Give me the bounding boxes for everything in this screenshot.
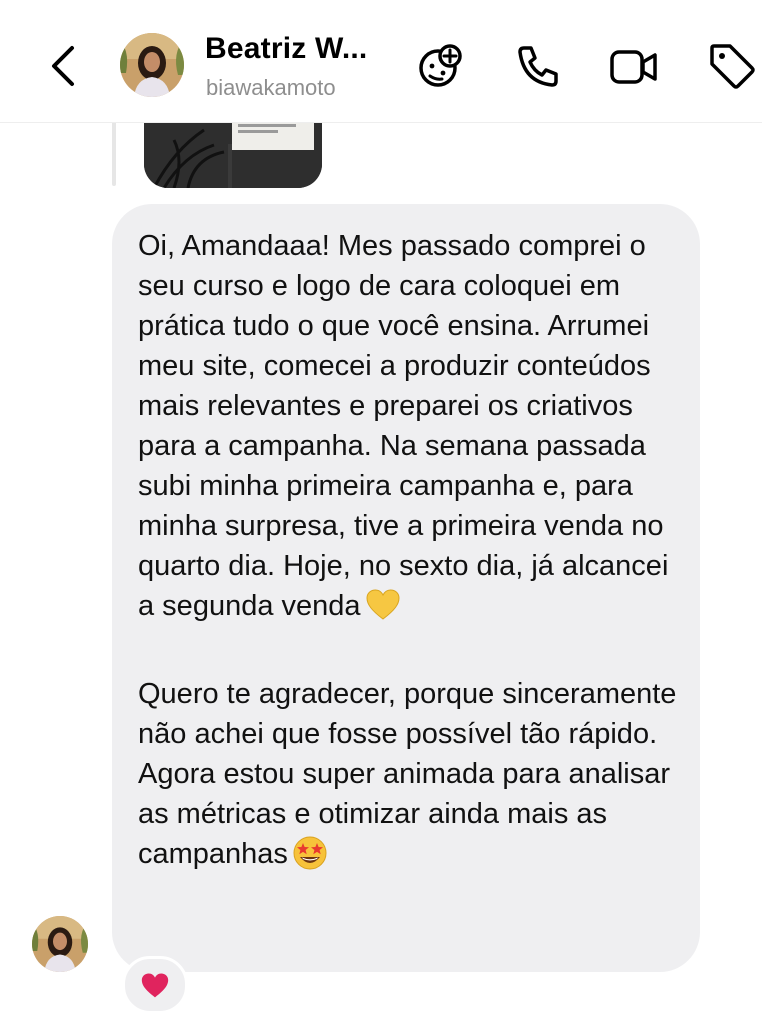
message-paragraph: Quero te agradecer, porque sinceramente …: [138, 674, 686, 874]
audio-call-button[interactable]: [512, 40, 564, 92]
contact-name[interactable]: Beatriz W...: [205, 32, 367, 66]
message-text: Oi, Amandaaa! Mes passado comprei o seu …: [138, 226, 686, 874]
video-call-button[interactable]: [608, 40, 660, 92]
tag-icon: [710, 44, 755, 89]
back-button[interactable]: [44, 42, 84, 90]
effects-button[interactable]: [414, 40, 466, 92]
chat-header: Beatriz W... biawakamoto: [0, 0, 762, 123]
message-paragraph-2-text: Quero te agradecer, porque sinceramente …: [138, 678, 677, 870]
yellow-heart-icon: [366, 589, 400, 620]
message-paragraph-1-text: Oi, Amandaaa! Mes passado comprei o seu …: [138, 230, 669, 622]
red-heart-icon: [141, 973, 169, 998]
contact-avatar[interactable]: [120, 33, 184, 97]
back-icon: [52, 46, 74, 86]
star-struck-icon: [293, 836, 327, 870]
contact-handle[interactable]: biawakamoto: [206, 75, 336, 101]
phone-icon: [518, 46, 558, 87]
message-reaction[interactable]: [122, 956, 188, 1014]
video-call-icon: [610, 50, 657, 84]
add-effect-icon: [419, 44, 462, 87]
sender-avatar[interactable]: [32, 916, 88, 972]
message-bubble[interactable]: Oi, Amandaaa! Mes passado comprei o seu …: [112, 204, 700, 972]
tag-button[interactable]: [706, 40, 758, 92]
chat-screen: Beatriz W... biawakamoto Oi, Amandaaa! M…: [0, 0, 762, 1024]
message-paragraph: Oi, Amandaaa! Mes passado comprei o seu …: [138, 226, 686, 626]
shared-post-bar: [112, 112, 116, 186]
